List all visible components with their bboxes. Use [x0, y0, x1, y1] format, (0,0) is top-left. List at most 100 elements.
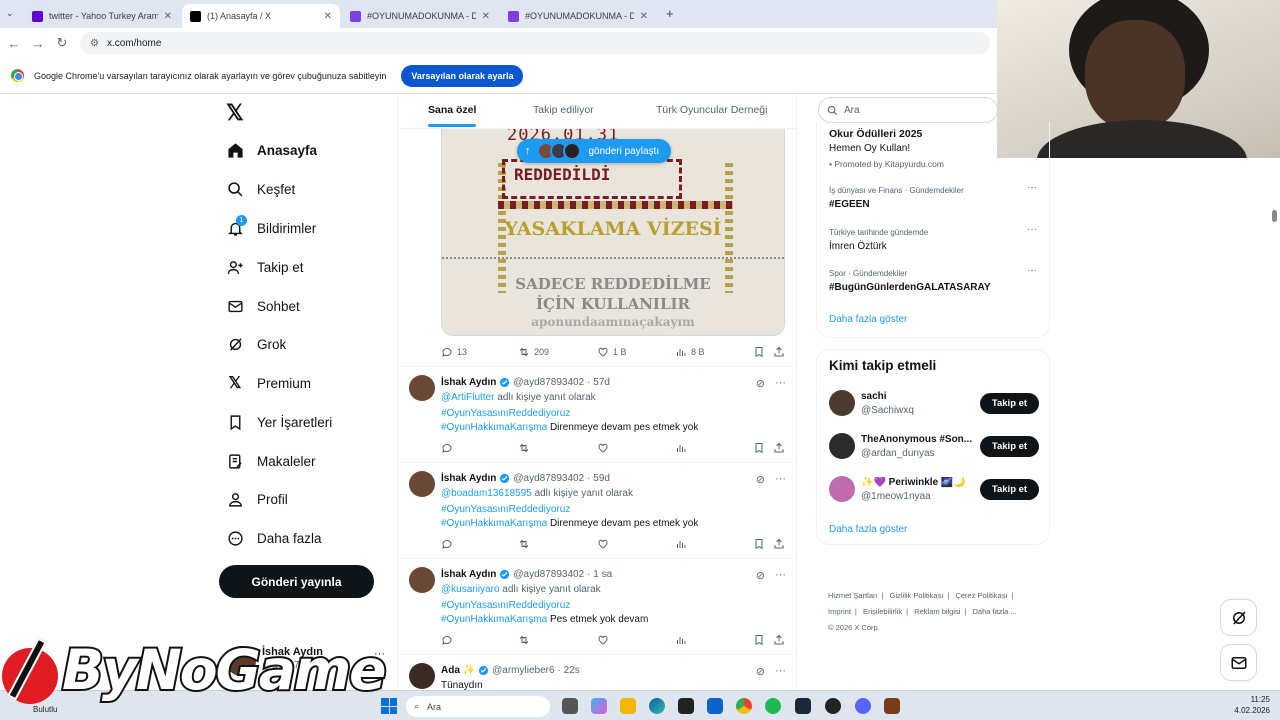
- promo-title[interactable]: Okur Ödülleri 2025: [829, 128, 922, 140]
- search-input[interactable]: Ara: [818, 97, 998, 123]
- like-button[interactable]: [597, 442, 613, 454]
- sidebar-item-bookmarks[interactable]: Yer İşaretleri: [226, 410, 332, 434]
- tweet[interactable]: İshak Aydın @ayd87893402 · 57d ⊘ ··· @Art…: [398, 367, 796, 463]
- sidebar-item-chat[interactable]: Sohbet: [226, 294, 300, 318]
- share-button[interactable]: [773, 538, 789, 550]
- bookmark-button[interactable]: [753, 346, 769, 358]
- steam-icon[interactable]: [795, 698, 811, 714]
- back-icon[interactable]: ←: [2, 36, 26, 51]
- tab-for-you[interactable]: Sana özel: [428, 104, 477, 127]
- avatar[interactable]: [409, 663, 435, 689]
- hashtag[interactable]: #OyunHakkımaKarışma: [441, 518, 547, 529]
- copilot-icon[interactable]: [591, 698, 607, 714]
- more-options-icon[interactable]: ···: [775, 665, 786, 678]
- grok-icon[interactable]: ⊘: [756, 665, 765, 678]
- close-tab-icon[interactable]: ✕: [482, 11, 490, 22]
- views-button[interactable]: [675, 442, 691, 454]
- suggestion-name[interactable]: TheAnonymous #Son...: [861, 434, 972, 445]
- forward-icon[interactable]: →: [26, 36, 50, 51]
- post-button[interactable]: Gönderi yayınla: [219, 565, 374, 598]
- folder-icon[interactable]: [620, 698, 636, 714]
- repost-button[interactable]: [518, 634, 534, 646]
- reply-mention[interactable]: @boadam13618595: [441, 488, 532, 499]
- more-options-icon[interactable]: ···: [775, 473, 786, 486]
- scrollbar-thumb[interactable]: [1272, 210, 1277, 222]
- footer-link[interactable]: Çerez Politikası: [955, 591, 1007, 600]
- footer-link[interactable]: Hizmet Şartları: [828, 591, 878, 600]
- more-options-icon[interactable]: ···: [1027, 265, 1037, 276]
- taskbar-search[interactable]: ⌕ Ara: [406, 696, 550, 717]
- reply-button[interactable]: [441, 634, 457, 646]
- tweet-author-name[interactable]: Ada ✨: [441, 665, 475, 676]
- sidebar-item-explore[interactable]: Keşfet: [226, 177, 295, 201]
- set-default-button[interactable]: Varsayılan olarak ayarla: [401, 64, 524, 87]
- suggestion-name[interactable]: ✨💜 Periwinkle 🌌🌙: [861, 477, 966, 488]
- bookmark-button[interactable]: [753, 442, 769, 454]
- bookmark-button[interactable]: [753, 538, 769, 550]
- hashtag[interactable]: #OyunHakkımaKarışma: [441, 422, 547, 433]
- repost-button[interactable]: [518, 538, 534, 550]
- reply-mention[interactable]: @kusariiyaro: [441, 584, 500, 595]
- like-button[interactable]: [597, 634, 613, 646]
- grok-icon[interactable]: ⊘: [756, 377, 765, 390]
- reply-button[interactable]: [441, 442, 457, 454]
- avatar[interactable]: [829, 433, 855, 459]
- sidebar-item-notifications[interactable]: 1 Bildirimler: [226, 215, 316, 240]
- app-icon[interactable]: [884, 698, 900, 714]
- file-explorer-icon[interactable]: [562, 698, 578, 714]
- footer-link[interactable]: Erişilebilirlik: [863, 607, 902, 616]
- tweet[interactable]: İshak Aydın @ayd87893402 · 1 sa ⊘ ··· @ku…: [398, 559, 796, 655]
- grok-icon[interactable]: ⊘: [756, 569, 765, 582]
- more-options-icon[interactable]: ···: [775, 569, 786, 582]
- store-icon[interactable]: [678, 698, 694, 714]
- tab-turk-oyuncular[interactable]: Türk Oyuncular Derneği: [656, 104, 767, 116]
- sidebar-item-more[interactable]: Daha fazla: [226, 526, 322, 550]
- system-clock[interactable]: 11:25 4.02.2026: [1230, 694, 1270, 716]
- messages-fab-button[interactable]: [1220, 644, 1257, 681]
- url-field[interactable]: ⚙ x.com/home: [80, 32, 990, 54]
- trend-title[interactable]: #EGEEN: [829, 199, 870, 210]
- follow-button[interactable]: Takip et: [980, 479, 1039, 500]
- discord-icon[interactable]: [855, 698, 871, 714]
- tweet-author-name[interactable]: İshak Aydın: [441, 473, 496, 484]
- tweet-time[interactable]: · 22s: [558, 665, 580, 676]
- repost-button[interactable]: 209: [518, 346, 549, 358]
- hashtag[interactable]: #OyunYasasınıReddediyoruz: [441, 600, 570, 611]
- avatar[interactable]: [829, 390, 855, 416]
- browser-tab[interactable]: twitter - Yahoo Turkey Arama Sonuçları ✕: [24, 4, 180, 28]
- tab-following[interactable]: Takip ediliyor: [533, 104, 594, 116]
- follow-show-more-link[interactable]: Daha fazla göster: [829, 524, 907, 535]
- mail-app-icon[interactable]: [707, 698, 723, 714]
- follow-button[interactable]: Takip et: [980, 436, 1039, 457]
- like-button[interactable]: [597, 538, 613, 550]
- avatar[interactable]: [829, 476, 855, 502]
- grok-icon[interactable]: ⊘: [756, 473, 765, 486]
- follow-button[interactable]: Takip et: [980, 393, 1039, 414]
- footer-link[interactable]: Reklam bilgisi: [914, 607, 960, 616]
- views-button[interactable]: 8 B: [675, 346, 705, 358]
- hashtag[interactable]: #OyunYasasınıReddediyoruz: [441, 504, 570, 515]
- grok-fab-button[interactable]: [1220, 599, 1257, 636]
- share-button[interactable]: [773, 634, 789, 646]
- tweet-time[interactable]: · 59d: [587, 473, 610, 484]
- tweet-time[interactable]: · 1 sa: [587, 569, 612, 580]
- edge-icon[interactable]: [649, 698, 665, 714]
- sidebar-item-profile[interactable]: Profil: [226, 487, 288, 511]
- like-button[interactable]: 1 B: [597, 346, 627, 358]
- sidebar-item-articles[interactable]: Makaleler: [226, 449, 316, 473]
- footer-link[interactable]: Imprint: [828, 607, 851, 616]
- tweet[interactable]: İshak Aydın @ayd87893402 · 59d ⊘ ··· @boa…: [398, 463, 796, 559]
- reply-mention[interactable]: @ArtiFlutter: [441, 392, 495, 403]
- views-button[interactable]: [675, 538, 691, 550]
- suggestion-name[interactable]: sachi: [861, 391, 887, 402]
- share-button[interactable]: [773, 442, 789, 454]
- hashtag[interactable]: #OyunHakkımaKarışma: [441, 614, 547, 625]
- browser-tab-active[interactable]: (1) Anasayfa / X ✕: [182, 4, 340, 28]
- tweet-author-name[interactable]: İshak Aydın: [441, 569, 496, 580]
- more-options-icon[interactable]: ···: [1027, 182, 1037, 193]
- site-info-icon[interactable]: ⚙: [90, 38, 99, 49]
- chrome-icon[interactable]: [736, 698, 752, 714]
- trends-show-more-link[interactable]: Daha fazla göster: [829, 314, 907, 325]
- footer-link[interactable]: Gizlilik Politikası: [890, 591, 944, 600]
- more-options-icon[interactable]: ···: [1027, 224, 1037, 235]
